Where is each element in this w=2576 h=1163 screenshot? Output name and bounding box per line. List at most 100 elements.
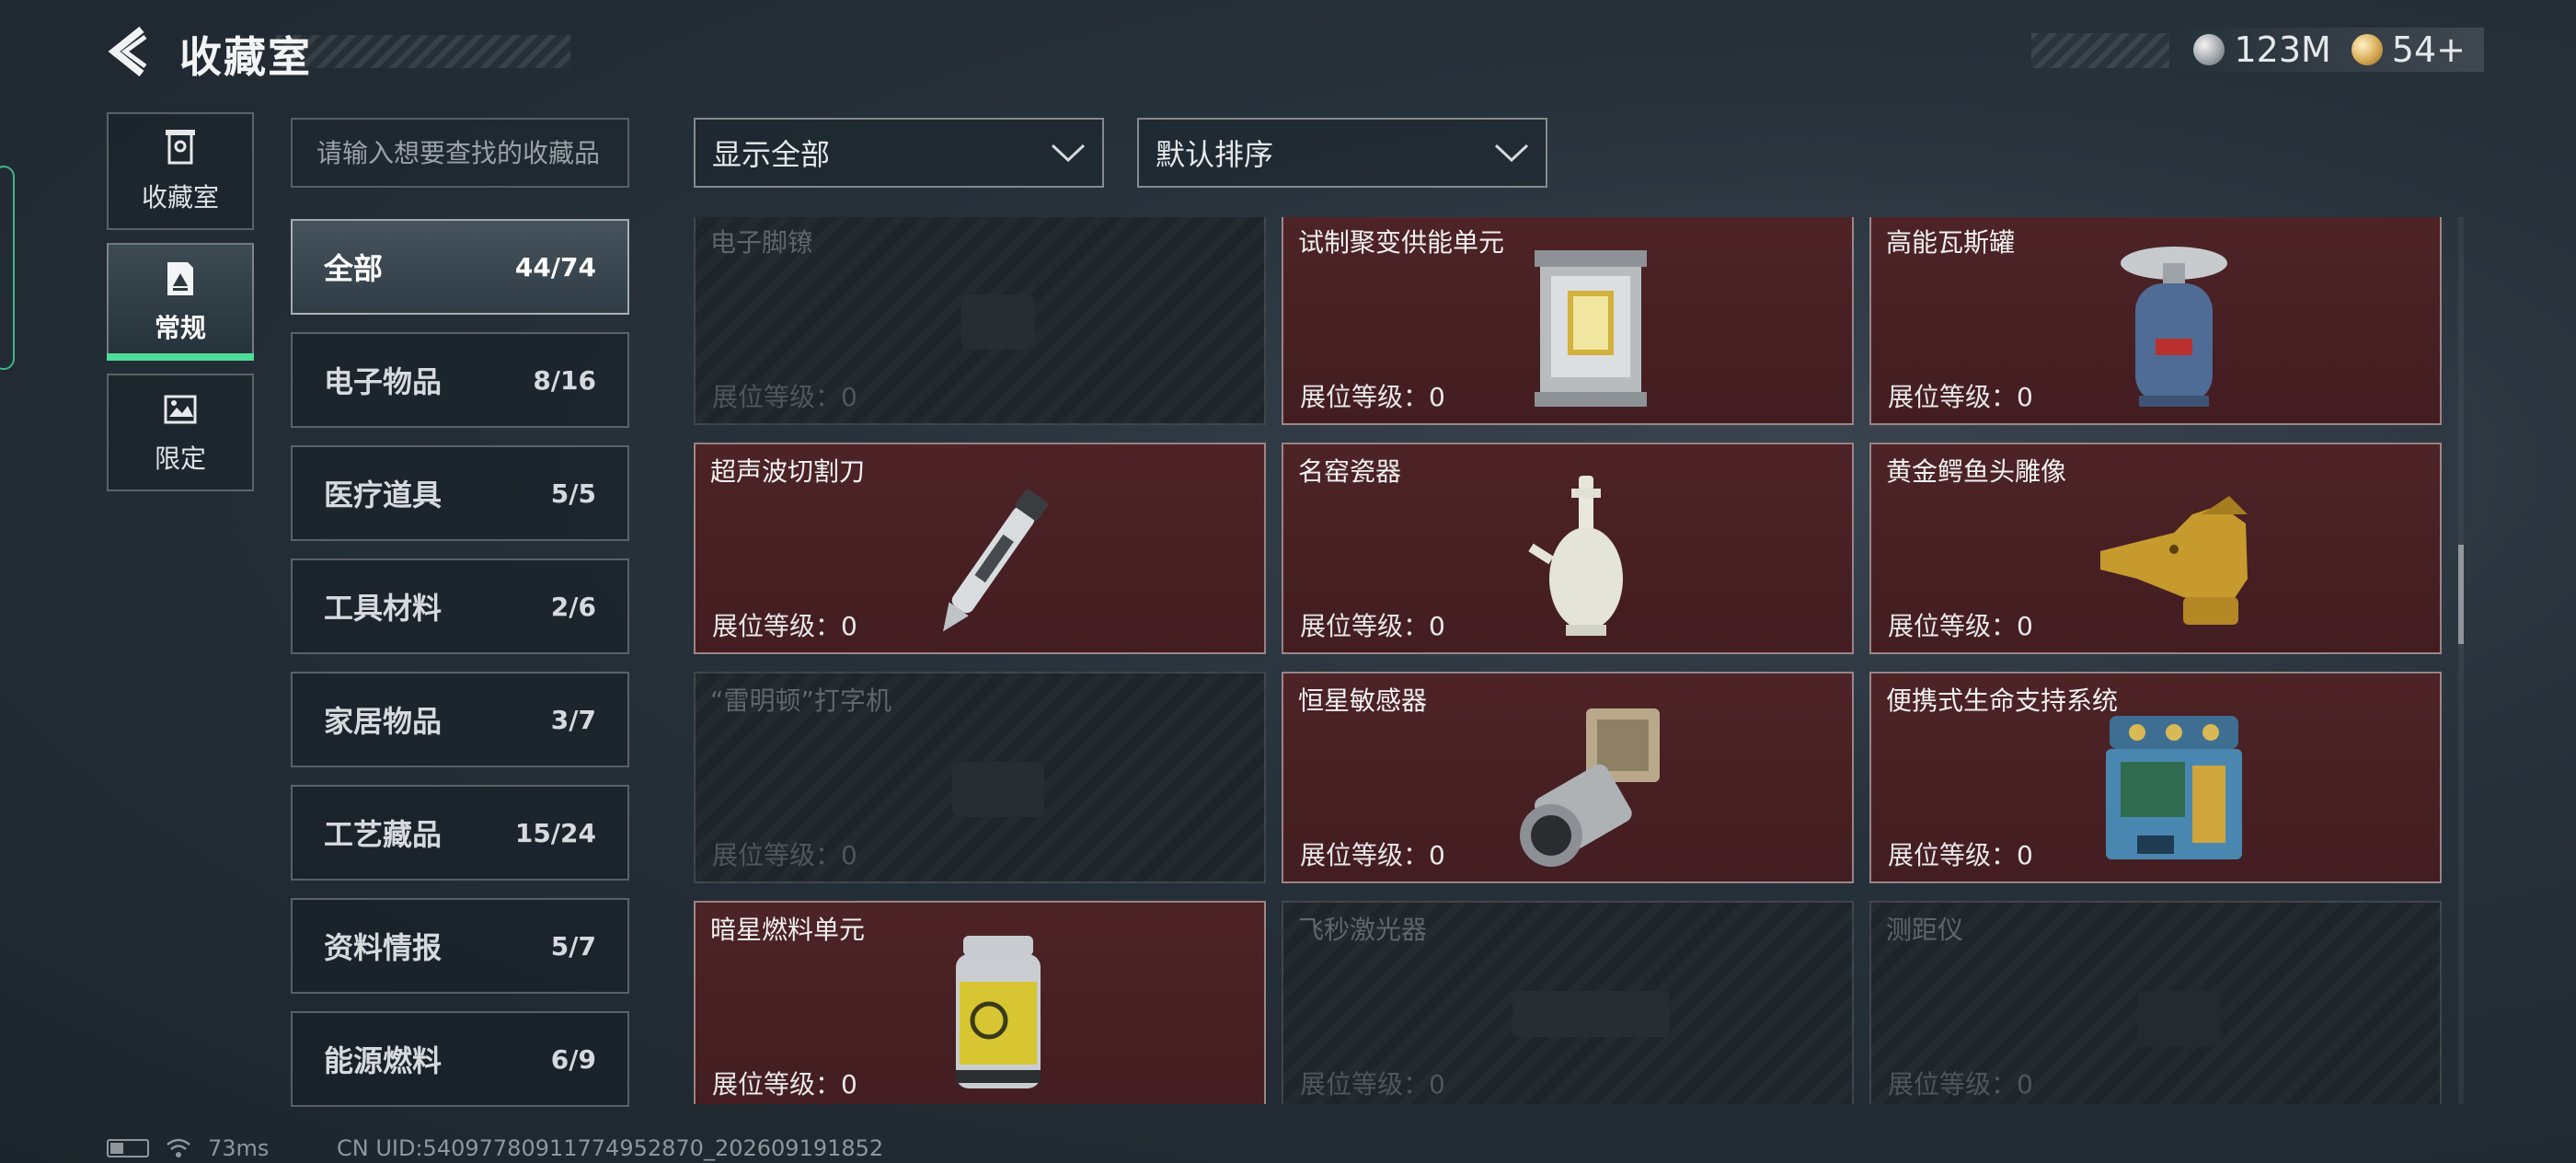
side-tab-regular[interactable]: 常规	[107, 243, 254, 361]
item-grade: 展位等级：0	[1300, 606, 1445, 643]
grid-scrollbar[interactable]	[2458, 217, 2464, 1104]
category-electronics[interactable]: 电子物品 8/16	[291, 332, 629, 428]
category-count: 15/24	[514, 817, 596, 848]
collection-card[interactable]: 高能瓦斯罐 展位等级：0	[1869, 217, 2442, 425]
sort-dropdown[interactable]: 默认排序	[1137, 118, 1547, 188]
category-count: 44/74	[514, 251, 596, 282]
search-input[interactable]	[291, 118, 629, 188]
page-title: 收藏室	[179, 32, 312, 82]
side-tab-label: 收藏室	[141, 182, 219, 213]
category-count: 3/7	[550, 704, 596, 735]
collection-card[interactable]: 黄金鳄鱼头雕像 展位等级：0	[1869, 443, 2442, 654]
category-all[interactable]: 全部 44/74	[291, 219, 629, 315]
grade-value: 0	[2017, 840, 2033, 870]
silver-currency[interactable]: 123M	[2193, 29, 2331, 70]
collection-card[interactable]: “雷明顿”打字机 展位等级：0	[694, 672, 1266, 883]
grade-value: 0	[1429, 611, 1445, 641]
category-name: 全部	[324, 251, 384, 286]
item-name: 黄金鳄鱼头雕像	[1886, 456, 2067, 487]
grade-value: 0	[2017, 382, 2033, 412]
silver-coin-icon	[2193, 34, 2225, 65]
gold-currency[interactable]: 54+	[2351, 29, 2466, 70]
gold-currency-value: 54+	[2391, 29, 2466, 70]
item-grade: 展位等级：0	[1888, 835, 2033, 872]
collection-card[interactable]: 恒星敏感器 展位等级：0	[1282, 672, 1854, 883]
side-tab-label: 常规	[154, 313, 206, 343]
fusion-power-unit-icon	[1535, 250, 1647, 407]
item-grade: 展位等级：0	[1300, 835, 1445, 872]
collection-card[interactable]: 名窑瓷器 展位等级：0	[1282, 443, 1854, 654]
grade-value: 0	[841, 611, 857, 641]
limited-collection-icon	[164, 395, 197, 424]
item-grade: 展位等级：0	[712, 1065, 857, 1101]
item-grade: 展位等级：0	[1888, 377, 2033, 414]
grade-label: 展位等级：	[1300, 1069, 1430, 1100]
item-name: “雷明顿”打字机	[710, 685, 892, 716]
collection-card[interactable]: 测距仪 展位等级：0	[1869, 901, 2442, 1104]
gas-canister-icon	[2121, 247, 2227, 407]
currency-bar: 123M 54+	[2166, 28, 2484, 72]
grade-value: 0	[2017, 1069, 2033, 1100]
grade-value: 0	[841, 840, 857, 870]
collection-card[interactable]: 飞秒激光器 展位等级：0	[1282, 901, 1854, 1104]
item-grade: 展位等级：0	[712, 835, 857, 872]
collection-card[interactable]: 电子脚镣 展位等级：0	[694, 217, 1266, 425]
grade-value: 0	[841, 1069, 857, 1100]
grade-value: 0	[841, 382, 857, 412]
gold-coin-icon	[2351, 34, 2383, 65]
item-grade: 展位等级：0	[712, 606, 857, 643]
side-tab-storage[interactable]: 收藏室	[107, 112, 254, 230]
item-grade: 展位等级：0	[1300, 1065, 1445, 1101]
item-name: 测距仪	[1886, 915, 1964, 945]
collection-card[interactable]: 暗星燃料单元 展位等级：0	[694, 901, 1266, 1104]
grade-label: 展位等级：	[712, 382, 842, 412]
category-count: 5/5	[550, 478, 596, 509]
back-arrow-icon[interactable]	[103, 24, 158, 79]
grade-label: 展位等级：	[1888, 611, 2018, 641]
chevron-down-icon	[1494, 144, 1529, 163]
side-tab-limited[interactable]: 限定	[107, 374, 254, 491]
display-filter-dropdown[interactable]: 显示全部	[694, 118, 1104, 188]
currency-decoration	[2031, 33, 2169, 68]
grade-value: 0	[1429, 840, 1445, 870]
storage-icon	[166, 130, 195, 165]
category-name: 电子物品	[324, 364, 443, 399]
battery-icon	[107, 1139, 149, 1157]
grade-label: 展位等级：	[712, 1069, 842, 1100]
scroll-thumb[interactable]	[2458, 545, 2464, 644]
display-filter-value: 显示全部	[712, 137, 831, 172]
item-name: 高能瓦斯罐	[1886, 227, 2016, 258]
collection-card[interactable]: 试制聚变供能单元 展位等级：0	[1282, 217, 1854, 425]
ultrasonic-cutter-icon	[943, 489, 1048, 632]
category-medical[interactable]: 医疗道具 5/5	[291, 445, 629, 541]
category-tools[interactable]: 工具材料 2/6	[291, 558, 629, 654]
category-crafts[interactable]: 工艺藏品 15/24	[291, 785, 629, 881]
femtosecond-laser-icon	[1512, 991, 1669, 1037]
star-sensor-icon	[1520, 708, 1660, 867]
category-intel[interactable]: 资料情报 5/7	[291, 898, 629, 994]
life-support-system-icon	[2106, 716, 2242, 859]
category-household[interactable]: 家居物品 3/7	[291, 672, 629, 767]
item-name: 电子脚镣	[710, 227, 814, 258]
category-energy[interactable]: 能源燃料 6/9	[291, 1011, 629, 1107]
item-grade: 展位等级：0	[1300, 377, 1445, 414]
grade-label: 展位等级：	[1888, 1069, 2018, 1100]
collection-room-screen: 收藏室 123M 54+ 收藏室 常规 限定 请输入想要查找的收藏品 全部 44…	[0, 0, 2576, 1163]
title-decoration	[276, 35, 570, 68]
item-name: 暗星燃料单元	[710, 915, 866, 945]
collection-card[interactable]: 超声波切割刀 展位等级：0	[694, 443, 1266, 654]
rangefinder-icon	[2137, 991, 2220, 1046]
collection-card[interactable]: 便携式生命支持系统 展位等级：0	[1869, 672, 2442, 883]
item-name: 恒星敏感器	[1298, 685, 1428, 716]
item-grade: 展位等级：0	[1888, 606, 2033, 643]
item-name: 飞秒激光器	[1298, 915, 1428, 945]
category-count: 5/7	[550, 930, 596, 961]
edge-handle[interactable]	[0, 166, 15, 370]
grade-label: 展位等级：	[1888, 382, 2018, 412]
chevron-down-icon	[1051, 144, 1086, 163]
golden-crocodile-statue-icon	[2100, 496, 2248, 625]
grade-label: 展位等级：	[1888, 840, 2018, 870]
category-name: 家居物品	[324, 704, 443, 739]
ping-value: 73ms	[208, 1135, 270, 1161]
grade-label: 展位等级：	[1300, 382, 1430, 412]
